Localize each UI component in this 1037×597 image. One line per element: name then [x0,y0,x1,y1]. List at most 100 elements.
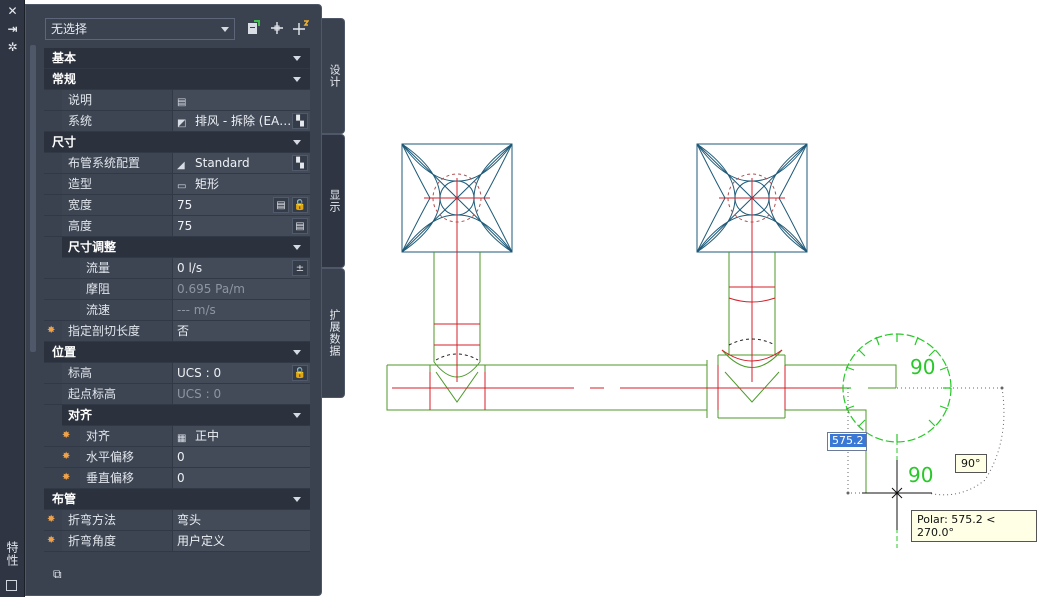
palette-menu-icon[interactable] [6,580,17,591]
prop-flow[interactable]: 流量 0 l/s ± [44,258,310,279]
prop-name: 说明 [62,90,173,110]
worksheet-icon[interactable]: ▤ [177,98,189,108]
prop-value[interactable]: 75 [173,195,310,215]
prop-bend-angle[interactable]: ✸ 折弯角度 用户定义 [44,531,310,552]
prop-name: 垂直偏移 [80,468,173,488]
category-routing[interactable]: 布管 [44,489,310,510]
prop-value[interactable]: ▤ [173,90,310,110]
prop-elevation[interactable]: 标高 UCS : 0 🔓 [44,363,310,384]
tab-extended-data[interactable]: 扩展数据 [322,268,345,398]
prop-value[interactable]: 弯头 [173,510,310,530]
prop-height[interactable]: 高度 75 ▤ [44,216,310,237]
dynamic-input-length[interactable]: 575.2 [827,432,867,451]
justify-grid-icon: ▦ [177,433,187,444]
autohide-icon[interactable]: ⇥ [5,23,20,36]
system-picker-icon[interactable]: ▚ [292,113,308,129]
tab-label: 扩展数据 [328,309,341,357]
angle-label-top: 90 [910,355,935,379]
selection-dropdown[interactable]: 无选择 [45,18,235,40]
category-label: 对齐 [68,408,93,422]
prop-name: 标高 [62,363,173,383]
asterisk-icon: ✸ [62,430,71,441]
close-icon[interactable]: ✕ [5,5,20,18]
prop-shape[interactable]: 造型 ▭ 矩形 [44,174,310,195]
chevron-down-icon [221,27,229,32]
calculator-icon[interactable]: ± [292,260,308,276]
collapse-icon [293,56,301,61]
tab-design[interactable]: 设计 [322,18,345,134]
prop-width[interactable]: 宽度 75 ▤ 🔓 [44,195,310,216]
prop-friction: 摩阻 0.695 Pa/m [44,279,310,300]
dynamic-input-value: 575.2 [830,434,866,447]
prop-vertical-offset[interactable]: ✸ 垂直偏移 0 [44,468,310,489]
prop-value[interactable]: 0 [173,447,310,467]
collapse-icon [293,77,301,82]
prop-value: 0.695 Pa/m [173,279,310,299]
collapse-icon [293,245,301,250]
collapse-icon [293,497,301,502]
prop-name: 折弯角度 [62,531,173,551]
prop-system[interactable]: 系统 ◩ 排风 - 拆除 (EA… ▚ [44,111,310,132]
category-dimensions[interactable]: 尺寸 [44,132,310,153]
category-justify[interactable]: 对齐 [62,405,310,426]
routing-pref-picker-icon[interactable]: ▚ [292,155,308,171]
category-general[interactable]: 常规 [44,69,310,90]
properties-panel: 无选择 基本 常规 说明 ▤ 系统 ◩ 排风 - 拆除 (EA… ▚ 尺寸 布管… [25,4,322,596]
prop-routing-preference[interactable]: 布管系统配置 ◢ Standard ▚ [44,153,310,174]
category-location[interactable]: 位置 [44,342,310,363]
prop-name: 折弯方法 [62,510,173,530]
properties-palette: ✕ ⇥ ✲ 特性 无选择 基本 常规 说明 ▤ 系统 ◩ 排风 - 拆除 (EA… [0,0,346,597]
tab-display[interactable]: 显示 [322,134,345,268]
asterisk-icon: ✸ [62,472,71,483]
tracking-point [846,491,850,495]
prop-cut-length[interactable]: ✸ 指定剖切长度 否 [44,321,310,342]
asterisk-icon: ✸ [62,451,71,462]
system-icon: ◩ [177,118,187,129]
prop-value[interactable]: UCS : 0 [173,363,310,383]
routing-pref-icon: ◢ [177,160,185,171]
prop-value[interactable]: ▦ 正中 [173,426,310,446]
size-list-icon[interactable]: ▤ [292,218,308,234]
category-label: 基本 [52,51,77,65]
category-label: 尺寸调整 [68,240,117,254]
palette-options-icon[interactable]: ⧉ [53,567,67,581]
category-size-adjust[interactable]: 尺寸调整 [62,237,310,258]
prop-name: 起点标高 [62,384,173,404]
duct-centerlines [392,178,846,410]
lock-icon[interactable]: 🔓 [292,197,308,213]
angle-label-bottom: 90 [908,463,933,487]
system-value: 排风 - 拆除 (EA… [195,114,292,128]
settings-icon[interactable]: ✲ [5,41,20,54]
prop-value[interactable]: ◢ Standard [173,153,310,173]
prop-value[interactable]: ◩ 排风 - 拆除 (EA… [173,111,310,131]
prop-start-elevation: 起点标高 UCS : 0 [44,384,310,405]
size-list-icon[interactable]: ▤ [273,197,289,213]
prop-bend-method[interactable]: ✸ 折弯方法 弯头 [44,510,310,531]
prop-description[interactable]: 说明 ▤ [44,90,310,111]
prop-value[interactable]: 0 l/s [173,258,310,278]
lock-icon[interactable]: 🔓 [292,365,308,381]
category-basic[interactable]: 基本 [44,48,310,69]
category-label: 位置 [52,345,77,359]
shape-value: 矩形 [195,177,220,191]
prop-justify[interactable]: ✸ 对齐 ▦ 正中 [44,426,310,447]
collapse-icon [293,413,301,418]
pickadd-toggle-icon[interactable] [293,20,310,36]
polar-tooltip: Polar: 575.2 < 270.0° [911,510,1037,542]
collapse-icon [293,140,301,145]
asterisk-icon: ✸ [47,514,56,525]
prop-value[interactable]: 用户定义 [173,531,310,551]
quick-select-icon[interactable] [245,20,261,36]
drawing-canvas[interactable]: 90 90 [346,0,1037,597]
select-objects-icon[interactable] [269,20,285,36]
prop-value[interactable]: 否 [173,321,310,341]
palette-title: 特性 [5,541,19,567]
asterisk-icon: ✸ [47,325,56,336]
duct-run[interactable] [386,252,928,494]
prop-horizontal-offset[interactable]: ✸ 水平偏移 0 [44,447,310,468]
prop-value[interactable]: 75 [173,216,310,236]
tab-label: 显示 [328,189,341,213]
palette-scrollbar[interactable] [30,45,36,352]
prop-value[interactable]: 0 [173,468,310,488]
prop-value[interactable]: ▭ 矩形 [173,174,310,194]
